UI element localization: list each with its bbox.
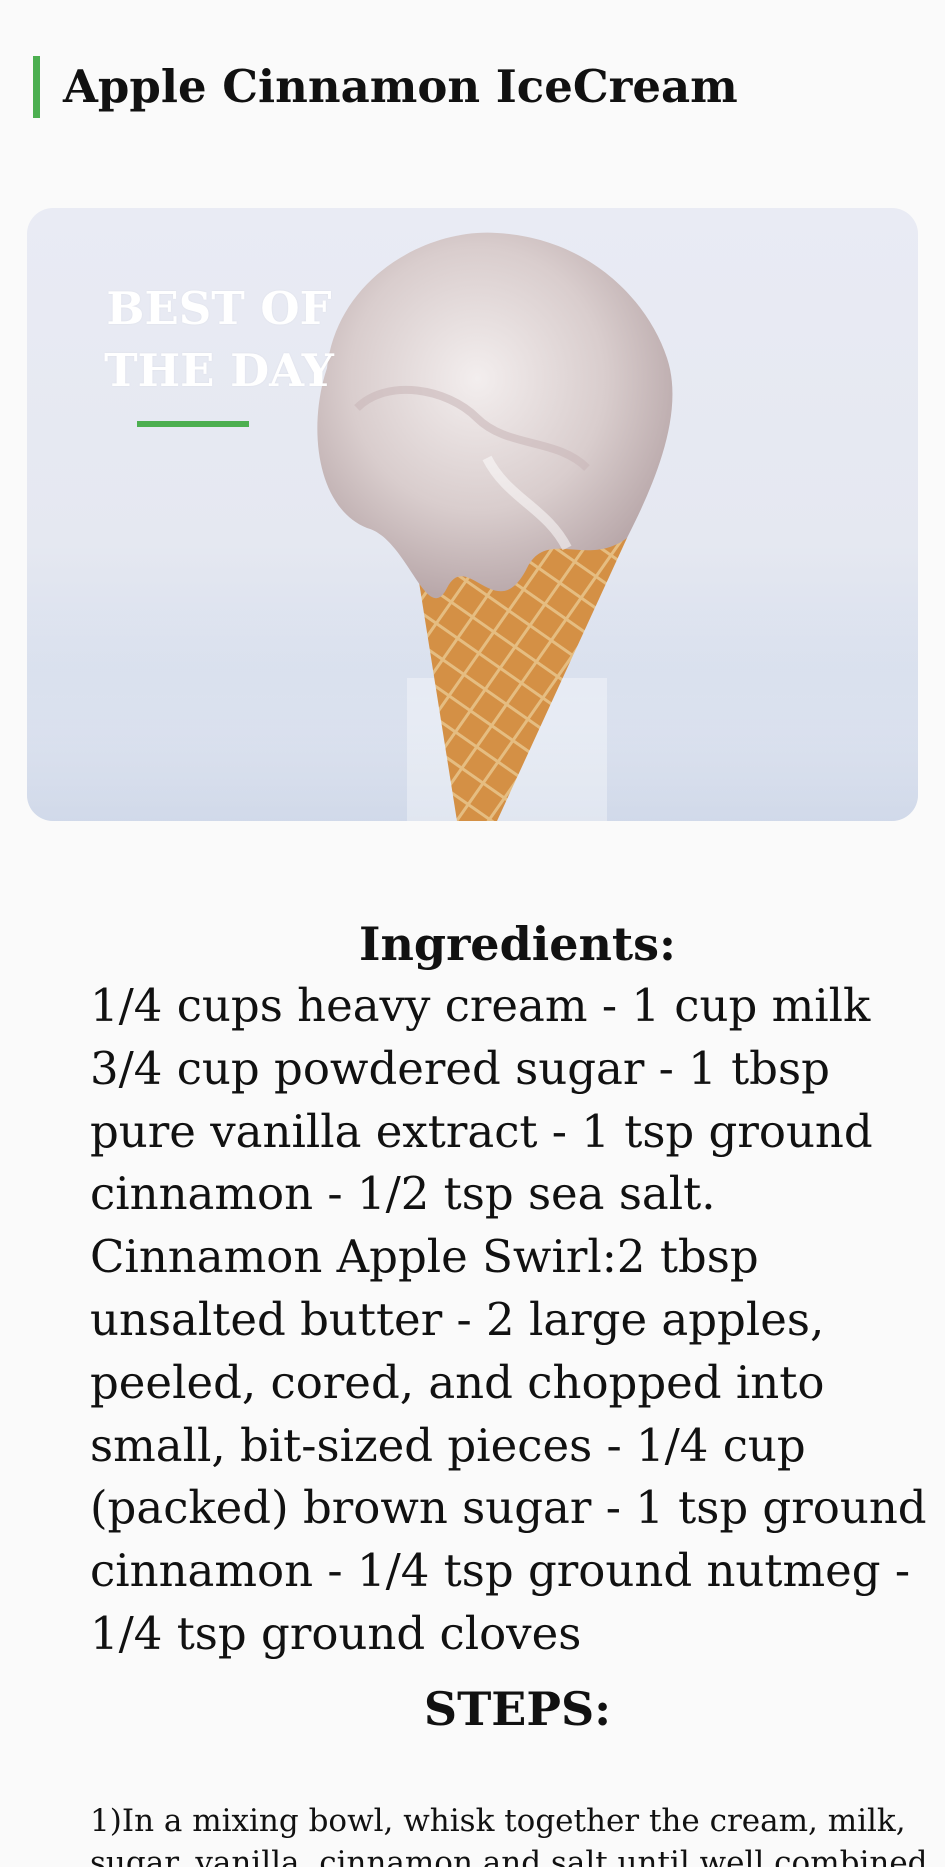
hero-image-card[interactable]: BEST OF THE DAY: [27, 208, 918, 821]
title-accent-bar: [33, 56, 40, 118]
badge-line-2: THE DAY: [104, 344, 334, 397]
recipe-page: Apple Cinnamon IceCream BEST OF THE DAY …: [0, 0, 945, 1867]
badge-underline: [137, 421, 249, 427]
steps-text: 1)In a mixing bowl, whisk together the c…: [90, 1803, 938, 1867]
steps-heading: STEPS:: [423, 1682, 612, 1736]
ingredients-text: 1/4 cups heavy cream - 1 cup milk 3/4 cu…: [90, 979, 927, 1660]
recipe-title: Apple Cinnamon IceCream: [63, 60, 738, 113]
best-of-the-day-badge: BEST OF THE DAY: [89, 278, 349, 402]
ingredients-heading: Ingredients:: [358, 917, 677, 971]
badge-line-1: BEST OF: [106, 282, 332, 335]
